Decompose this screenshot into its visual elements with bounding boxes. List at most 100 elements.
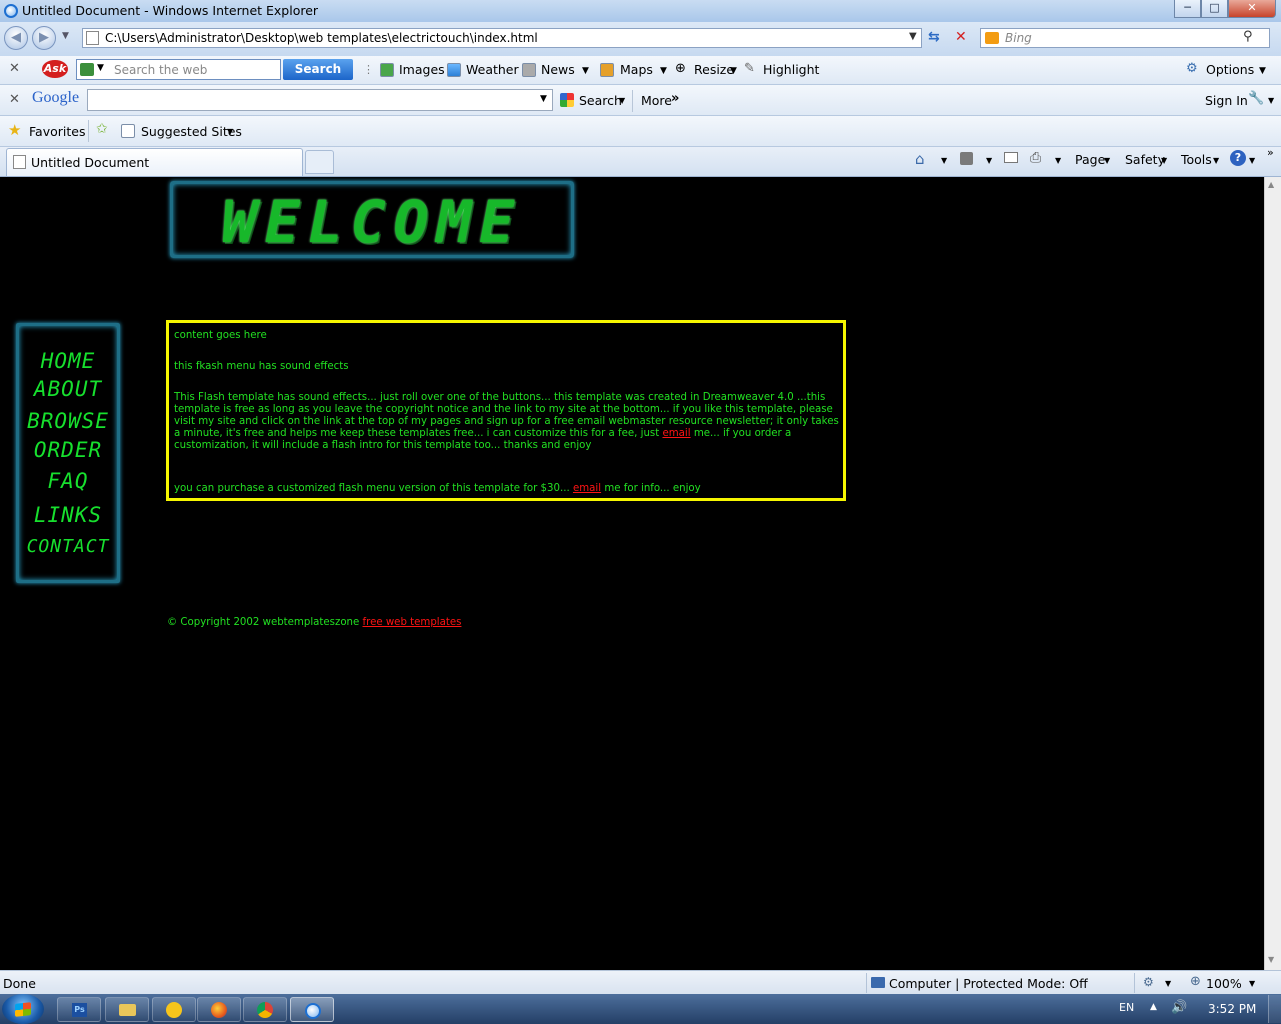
- taskbar-messenger[interactable]: [152, 997, 196, 1022]
- google-sign-in-button[interactable]: Sign In: [1205, 93, 1248, 108]
- home-dropdown-icon[interactable]: ▼: [941, 156, 947, 165]
- tab-untitled-document[interactable]: Untitled Document: [6, 148, 303, 176]
- free-web-templates-link[interactable]: free web templates: [363, 617, 462, 628]
- google-history-dropdown-icon[interactable]: ▼: [540, 94, 547, 104]
- favorites-button[interactable]: Favorites: [29, 124, 85, 139]
- stop-icon[interactable]: ✕: [955, 29, 967, 45]
- protected-mode-icon[interactable]: ⚙: [1143, 975, 1154, 989]
- language-indicator[interactable]: EN: [1119, 1001, 1134, 1014]
- images-button[interactable]: Images: [399, 62, 445, 77]
- google-search-input[interactable]: ▼: [87, 89, 553, 111]
- vertical-scrollbar[interactable]: ▲ ▼: [1264, 177, 1281, 970]
- window-title: Untitled Document - Windows Internet Exp…: [22, 3, 319, 18]
- close-toolbar-icon[interactable]: ✕: [9, 61, 20, 76]
- scroll-down-icon[interactable]: ▼: [1268, 955, 1274, 964]
- menu-faq[interactable]: FAQ: [19, 469, 117, 493]
- suggested-sites-dropdown-icon[interactable]: ▼: [227, 127, 233, 136]
- add-favorites-icon[interactable]: ✩: [96, 121, 108, 137]
- scroll-up-icon[interactable]: ▲: [1268, 180, 1274, 189]
- ask-search-button[interactable]: Search: [283, 59, 353, 80]
- news-button[interactable]: News: [541, 62, 575, 77]
- options-button[interactable]: Options: [1206, 62, 1254, 77]
- maps-button[interactable]: Maps: [620, 62, 653, 77]
- zoom-level[interactable]: 100%: [1206, 976, 1242, 991]
- maximize-button[interactable]: □: [1201, 0, 1228, 18]
- search-type-dropdown-icon[interactable]: ▼: [97, 63, 104, 73]
- web-search-icon: [80, 63, 94, 76]
- welcome-banner: WELCOME: [170, 181, 574, 258]
- ask-search-placeholder: Search the web: [114, 63, 208, 77]
- home-icon[interactable]: ⌂: [915, 150, 925, 168]
- tray-expand-icon[interactable]: ▲: [1150, 1002, 1157, 1012]
- tools-dropdown-icon[interactable]: ▼: [1213, 156, 1219, 165]
- print-dropdown-icon[interactable]: ▼: [1055, 156, 1061, 165]
- purchase-email-link[interactable]: email: [573, 483, 601, 494]
- search-box[interactable]: Bing ⚲: [980, 28, 1270, 48]
- help-icon[interactable]: ?: [1230, 150, 1246, 166]
- favorites-divider: [88, 120, 89, 142]
- close-window-button[interactable]: ✕: [1228, 0, 1276, 18]
- content-paragraph: This Flash template has sound effects...…: [174, 392, 840, 452]
- protected-dropdown-icon[interactable]: ▼: [1165, 979, 1171, 988]
- search-icon[interactable]: ⚲: [1243, 29, 1253, 44]
- print-icon[interactable]: ⎙: [1030, 150, 1041, 166]
- taskbar-internet-explorer[interactable]: [290, 997, 334, 1022]
- taskbar-firefox[interactable]: [197, 997, 241, 1022]
- clock[interactable]: 3:52 PM: [1208, 1002, 1256, 1016]
- options-dropdown-icon[interactable]: ▼: [1259, 66, 1266, 76]
- resize-dropdown-icon[interactable]: ▼: [730, 66, 737, 76]
- feeds-icon[interactable]: [960, 152, 973, 165]
- maps-dropdown-icon[interactable]: ▼: [660, 66, 667, 76]
- images-icon: [380, 63, 394, 77]
- google-search-button[interactable]: Search: [579, 93, 622, 108]
- google-logo: Google: [32, 89, 80, 106]
- taskbar-explorer[interactable]: [105, 997, 149, 1022]
- address-dropdown-icon[interactable]: ▼: [909, 31, 917, 42]
- wrench-icon[interactable]: 🔧: [1248, 91, 1264, 106]
- tab-title: Untitled Document: [31, 155, 150, 170]
- safety-menu-button[interactable]: Safety: [1125, 152, 1165, 167]
- copyright-notice: © Copyright 2002 webtemplateszone free w…: [167, 617, 461, 628]
- content-box: content goes here this fkash menu has so…: [166, 320, 846, 501]
- menu-home[interactable]: HOME: [19, 349, 117, 373]
- menu-contact[interactable]: CONTACT: [19, 536, 117, 557]
- ask-search-input[interactable]: ▼ Search the web: [76, 59, 281, 80]
- safety-dropdown-icon[interactable]: ▼: [1161, 156, 1167, 165]
- news-dropdown-icon[interactable]: ▼: [582, 66, 589, 76]
- recent-pages-dropdown-icon[interactable]: ▼: [62, 31, 69, 41]
- menu-order[interactable]: ORDER: [19, 438, 117, 462]
- google-search-dropdown-icon[interactable]: ▼: [619, 96, 625, 105]
- help-dropdown-icon[interactable]: ▼: [1249, 156, 1255, 165]
- menu-links[interactable]: LINKS: [19, 503, 117, 527]
- security-zone-text: Computer | Protected Mode: Off: [889, 976, 1088, 991]
- address-bar[interactable]: C:\Users\Administrator\Desktop\web templ…: [82, 28, 922, 48]
- volume-icon[interactable]: 🔊: [1171, 1000, 1187, 1015]
- minimize-button[interactable]: ─: [1174, 0, 1201, 18]
- back-button[interactable]: ◀: [4, 26, 28, 50]
- new-tab-button[interactable]: [305, 150, 334, 174]
- show-desktop-button[interactable]: [1268, 995, 1281, 1023]
- feeds-dropdown-icon[interactable]: ▼: [986, 156, 992, 165]
- google-more-button[interactable]: More: [641, 93, 672, 108]
- weather-button[interactable]: Weather: [466, 62, 519, 77]
- page-dropdown-icon[interactable]: ▼: [1104, 156, 1110, 165]
- menu-browse[interactable]: BROWSE: [19, 409, 117, 433]
- resize-button[interactable]: Resize: [694, 62, 734, 77]
- chevron-expand-icon[interactable]: »: [1267, 146, 1274, 159]
- forward-button[interactable]: ▶: [32, 26, 56, 50]
- highlight-button[interactable]: Highlight: [763, 62, 819, 77]
- mail-icon[interactable]: [1004, 152, 1018, 163]
- menu-about[interactable]: ABOUT: [19, 377, 117, 401]
- news-icon: [522, 63, 536, 77]
- zoom-dropdown-icon[interactable]: ▼: [1249, 979, 1255, 988]
- email-link[interactable]: email: [662, 428, 690, 439]
- weather-icon: [447, 63, 461, 77]
- page-menu-button[interactable]: Page: [1075, 152, 1105, 167]
- tools-menu-button[interactable]: Tools: [1181, 152, 1212, 167]
- refresh-icon[interactable]: ⇆: [928, 29, 940, 45]
- start-button[interactable]: [2, 994, 44, 1024]
- close-google-toolbar-icon[interactable]: ✕: [9, 92, 20, 107]
- settings-dropdown-icon[interactable]: ▼: [1268, 96, 1274, 105]
- taskbar-photoshop[interactable]: Ps: [57, 997, 101, 1022]
- taskbar-chrome[interactable]: [243, 997, 287, 1022]
